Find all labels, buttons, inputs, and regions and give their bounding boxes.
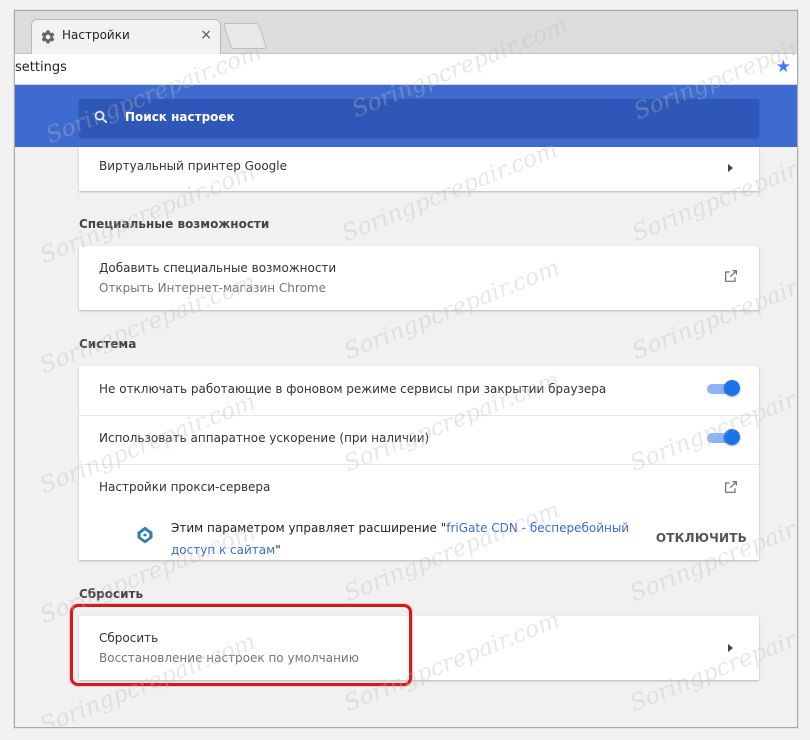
address-bar[interactable]: settings ★ xyxy=(15,54,797,85)
close-icon[interactable]: × xyxy=(200,27,212,43)
background-apps-toggle[interactable] xyxy=(707,380,740,396)
divider xyxy=(79,415,759,416)
search-box[interactable]: Поиск настроек xyxy=(79,99,759,137)
toggle-knob xyxy=(724,380,740,396)
disable-extension-button[interactable]: ОТКЛЮЧИТЬ xyxy=(656,531,747,545)
gear-icon xyxy=(41,30,55,44)
external-link-icon[interactable] xyxy=(723,479,739,495)
address-input[interactable]: settings xyxy=(15,60,67,75)
highlight-box xyxy=(70,604,412,686)
chevron-right-icon[interactable] xyxy=(728,644,733,652)
system-card: Не отключать работающие в фоновом режиме… xyxy=(79,366,759,560)
section-reset-title: Сбросить xyxy=(79,587,144,601)
printing-card: Виртуальный принтер Google xyxy=(79,147,759,191)
frigate-extension-icon xyxy=(137,526,153,544)
extension-notice-prefix: Этим параметром управляет расширение " xyxy=(171,521,447,535)
hardware-acceleration-label: Использовать аппаратное ускорение (при н… xyxy=(99,431,430,445)
search-input[interactable]: Поиск настроек xyxy=(125,110,235,124)
browser-window: Настройки × settings ★ Поиск настроек Ви… xyxy=(14,10,798,728)
tab-settings[interactable]: Настройки × xyxy=(31,19,221,54)
google-cloud-print-label[interactable]: Виртуальный принтер Google xyxy=(99,159,287,173)
accessibility-item-title: Добавить специальные возможности xyxy=(99,261,337,275)
external-link-icon[interactable] xyxy=(723,268,739,284)
tab-bar: Настройки × xyxy=(15,11,797,54)
section-accessibility-title: Специальные возможности xyxy=(79,217,270,231)
hardware-acceleration-toggle[interactable] xyxy=(707,429,740,445)
extension-notice-suffix: " xyxy=(275,543,281,557)
tab-title: Настройки xyxy=(62,28,130,42)
new-tab-button[interactable] xyxy=(222,23,268,49)
chevron-right-icon[interactable] xyxy=(728,164,733,172)
section-system-title: Система xyxy=(79,337,137,351)
accessibility-item-subtitle: Открыть Интернет-магазин Chrome xyxy=(99,281,326,295)
extension-control-notice: Этим параметром управляет расширение "fr… xyxy=(171,517,641,561)
background-apps-label: Не отключать работающие в фоновом режиме… xyxy=(99,382,607,396)
search-icon xyxy=(94,110,108,124)
toggle-knob xyxy=(724,429,740,445)
divider xyxy=(79,464,759,465)
bookmark-star-icon[interactable]: ★ xyxy=(776,57,791,77)
proxy-settings-label[interactable]: Настройки прокси-сервера xyxy=(99,480,270,494)
settings-header: Поиск настроек xyxy=(15,85,797,147)
accessibility-card[interactable]: Добавить специальные возможности Открыть… xyxy=(79,246,759,310)
